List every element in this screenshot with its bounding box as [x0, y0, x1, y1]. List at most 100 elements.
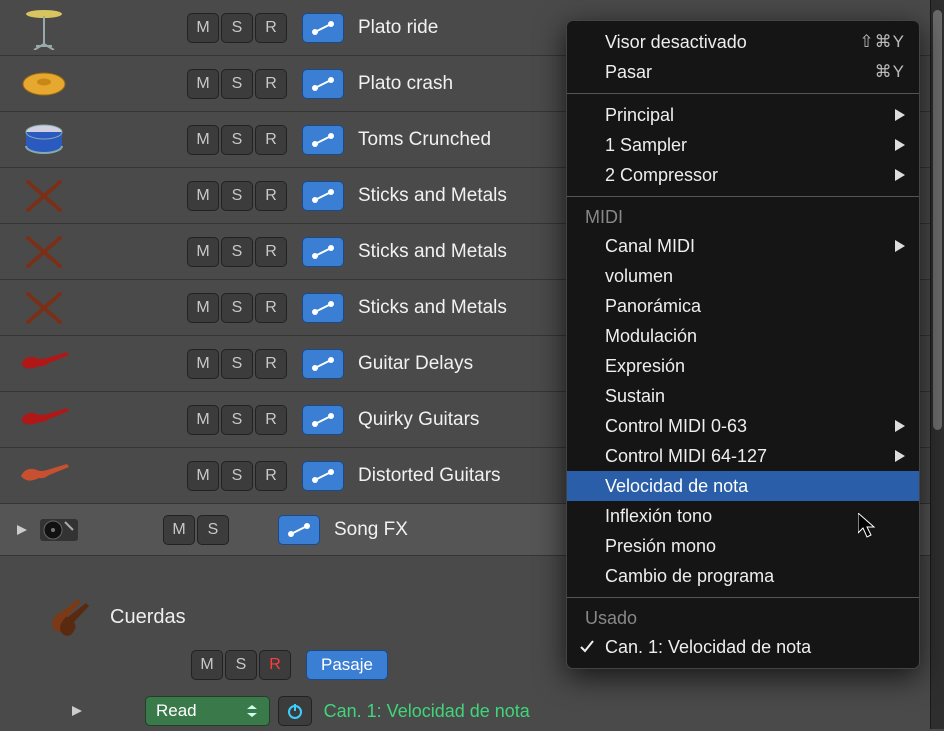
- menu-item-expresion[interactable]: Expresión: [567, 351, 919, 381]
- solo-button[interactable]: S: [221, 461, 253, 491]
- record-button[interactable]: R: [255, 461, 287, 491]
- menu-section-midi: MIDI: [567, 203, 919, 231]
- shortcut-label: ⇧⌘Y: [859, 32, 905, 52]
- automation-button[interactable]: [302, 125, 344, 155]
- mute-button[interactable]: M: [163, 515, 195, 545]
- submenu-arrow-icon: [895, 105, 905, 126]
- track-name: Plato crash: [358, 73, 453, 95]
- menu-item-presion-mono[interactable]: Presión mono: [567, 531, 919, 561]
- tom-drum-icon: [10, 112, 78, 168]
- menu-separator: [567, 196, 919, 197]
- record-button[interactable]: R: [255, 237, 287, 267]
- mute-button[interactable]: M: [191, 650, 223, 680]
- menu-item-midi-0-63[interactable]: Control MIDI 0-63: [567, 411, 919, 441]
- menu-item-compressor[interactable]: 2 Compressor: [567, 160, 919, 190]
- submenu-arrow-icon: [895, 165, 905, 186]
- mute-button[interactable]: M: [187, 461, 219, 491]
- solo-button[interactable]: S: [197, 515, 229, 545]
- record-button[interactable]: R: [255, 125, 287, 155]
- track-name: Quirky Guitars: [358, 409, 479, 431]
- automation-button[interactable]: [278, 515, 320, 545]
- menu-item-inflexion-tono[interactable]: Inflexión tono: [567, 501, 919, 531]
- automation-context-menu: Visor desactivado ⇧⌘Y Pasar ⌘Y Principal…: [566, 20, 920, 669]
- mute-button[interactable]: M: [187, 349, 219, 379]
- menu-section-usado: Usado: [567, 604, 919, 632]
- disclosure-triangle-icon[interactable]: [65, 704, 89, 718]
- mute-button[interactable]: M: [187, 181, 219, 211]
- mute-button[interactable]: M: [187, 405, 219, 435]
- menu-item-visor-off[interactable]: Visor desactivado ⇧⌘Y: [567, 27, 919, 57]
- menu-item-used-velocidad[interactable]: Can. 1: Velocidad de nota: [567, 632, 919, 662]
- track-name: Toms Crunched: [358, 129, 491, 151]
- submenu-arrow-icon: [895, 236, 905, 257]
- cymbal-icon: [10, 56, 78, 112]
- menu-item-volumen[interactable]: volumen: [567, 261, 919, 291]
- menu-item-cambio-programa[interactable]: Cambio de programa: [567, 561, 919, 591]
- power-button[interactable]: [278, 696, 312, 726]
- record-button[interactable]: R: [255, 405, 287, 435]
- turntable-icon: [34, 502, 84, 558]
- vertical-scrollbar[interactable]: [930, 0, 944, 729]
- automation-button[interactable]: [302, 237, 344, 267]
- track-name: Sticks and Metals: [358, 185, 507, 207]
- check-icon: [579, 638, 595, 659]
- track-name: Sticks and Metals: [358, 297, 507, 319]
- menu-item-sustain[interactable]: Sustain: [567, 381, 919, 411]
- submenu-arrow-icon: [895, 135, 905, 156]
- automation-button[interactable]: [302, 293, 344, 323]
- record-button[interactable]: R: [255, 293, 287, 323]
- solo-button[interactable]: S: [221, 69, 253, 99]
- track-name: Sticks and Metals: [358, 241, 507, 263]
- menu-item-sampler[interactable]: 1 Sampler: [567, 130, 919, 160]
- disclosure-triangle-icon[interactable]: [10, 523, 34, 537]
- track-group-title: Cuerdas: [110, 606, 186, 629]
- automation-mode-select[interactable]: Read: [145, 696, 270, 726]
- mute-button[interactable]: M: [187, 69, 219, 99]
- record-button[interactable]: R: [255, 13, 287, 43]
- menu-item-velocidad-nota[interactable]: Velocidad de nota: [567, 471, 919, 501]
- solo-button[interactable]: S: [221, 13, 253, 43]
- drumsticks-icon: [10, 168, 78, 224]
- solo-button[interactable]: S: [225, 650, 257, 680]
- menu-item-principal[interactable]: Principal: [567, 100, 919, 130]
- guitar-icon: [10, 392, 78, 448]
- solo-button[interactable]: S: [221, 237, 253, 267]
- mute-button[interactable]: M: [187, 237, 219, 267]
- track-name: Distorted Guitars: [358, 465, 501, 487]
- record-button[interactable]: R: [259, 650, 291, 680]
- guitar-icon: [10, 336, 78, 392]
- menu-item-panoramica[interactable]: Panorámica: [567, 291, 919, 321]
- menu-item-canal-midi[interactable]: Canal MIDI: [567, 231, 919, 261]
- solo-button[interactable]: S: [221, 405, 253, 435]
- scrollbar-thumb[interactable]: [933, 10, 942, 430]
- record-button[interactable]: R: [255, 349, 287, 379]
- automation-button[interactable]: [302, 181, 344, 211]
- mute-button[interactable]: M: [187, 125, 219, 155]
- menu-item-pasar[interactable]: Pasar ⌘Y: [567, 57, 919, 87]
- track-name: Song FX: [334, 519, 408, 541]
- mute-button[interactable]: M: [187, 13, 219, 43]
- solo-button[interactable]: S: [221, 125, 253, 155]
- solo-button[interactable]: S: [221, 293, 253, 323]
- passage-button[interactable]: Pasaje: [306, 650, 388, 680]
- automation-button[interactable]: [302, 349, 344, 379]
- automation-button[interactable]: [302, 461, 344, 491]
- automation-button[interactable]: [302, 405, 344, 435]
- submenu-arrow-icon: [895, 446, 905, 467]
- record-button[interactable]: R: [255, 181, 287, 211]
- cymbal-stand-icon: [10, 0, 78, 56]
- automation-button[interactable]: [302, 69, 344, 99]
- menu-item-midi-64-127[interactable]: Control MIDI 64-127: [567, 441, 919, 471]
- solo-button[interactable]: S: [221, 181, 253, 211]
- mute-button[interactable]: M: [187, 293, 219, 323]
- strings-icon: [40, 589, 100, 645]
- menu-item-modulacion[interactable]: Modulación: [567, 321, 919, 351]
- updown-arrows-icon: [245, 704, 259, 718]
- drumsticks-icon: [10, 224, 78, 280]
- guitar-icon: [10, 448, 78, 504]
- automation-button[interactable]: [302, 13, 344, 43]
- solo-button[interactable]: S: [221, 349, 253, 379]
- automation-parameter-label[interactable]: Can. 1: Velocidad de nota: [324, 701, 530, 722]
- record-button[interactable]: R: [255, 69, 287, 99]
- menu-separator: [567, 93, 919, 94]
